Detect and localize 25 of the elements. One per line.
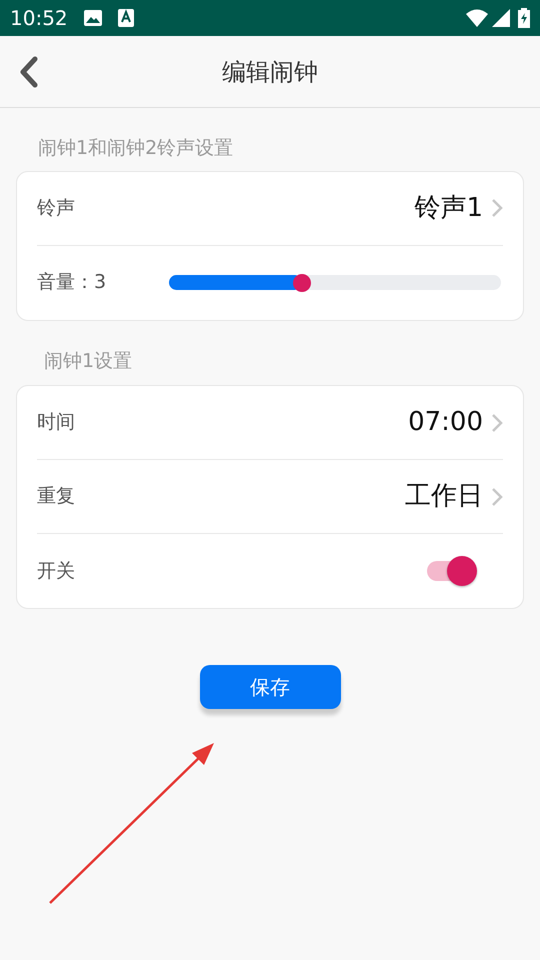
row-label: 音量：3 [37,270,106,296]
status-time: 10:52 [10,5,68,32]
row-label: 开关 [37,558,75,584]
row-label: 时间 [37,410,75,436]
signal-icon [492,9,510,27]
toggle-switch[interactable] [425,554,479,588]
text-icon [118,9,134,27]
back-icon[interactable] [18,56,40,88]
volume-slider[interactable] [169,275,501,290]
chevron-icon [491,412,503,432]
row-value[interactable]: 07:00 [408,403,483,442]
section-label: 闹钟1设置 [44,348,132,374]
section-label: 闹钟1和闹钟2铃声设置 [38,136,234,161]
image-icon [84,10,102,26]
row-label: 铃声 [37,196,75,221]
slider-thumb[interactable] [292,274,311,292]
battery-icon [518,8,530,28]
save-button[interactable]: 保存 [200,665,340,709]
wifi-icon [466,9,488,27]
row-label: 重复 [37,484,75,510]
chevron-icon [491,198,503,218]
page-title: 编辑闹钟 [222,56,318,88]
row-value[interactable]: 铃声1 [414,188,483,228]
chevron-icon [491,486,503,506]
row-value[interactable]: 工作日 [405,477,483,516]
